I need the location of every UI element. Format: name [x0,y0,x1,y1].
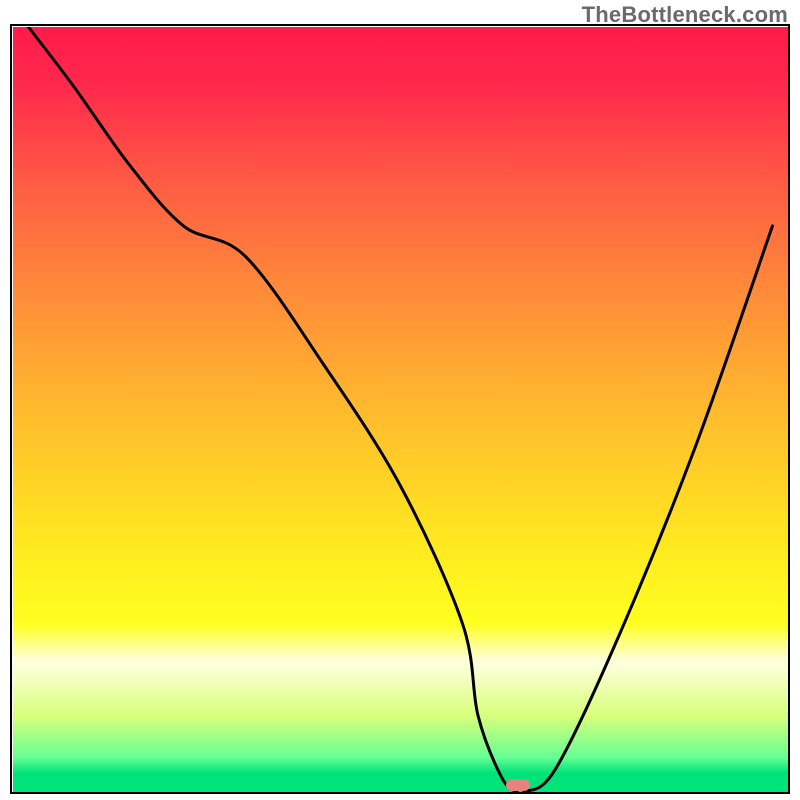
chart-border [10,24,790,794]
chart-frame [10,24,790,794]
